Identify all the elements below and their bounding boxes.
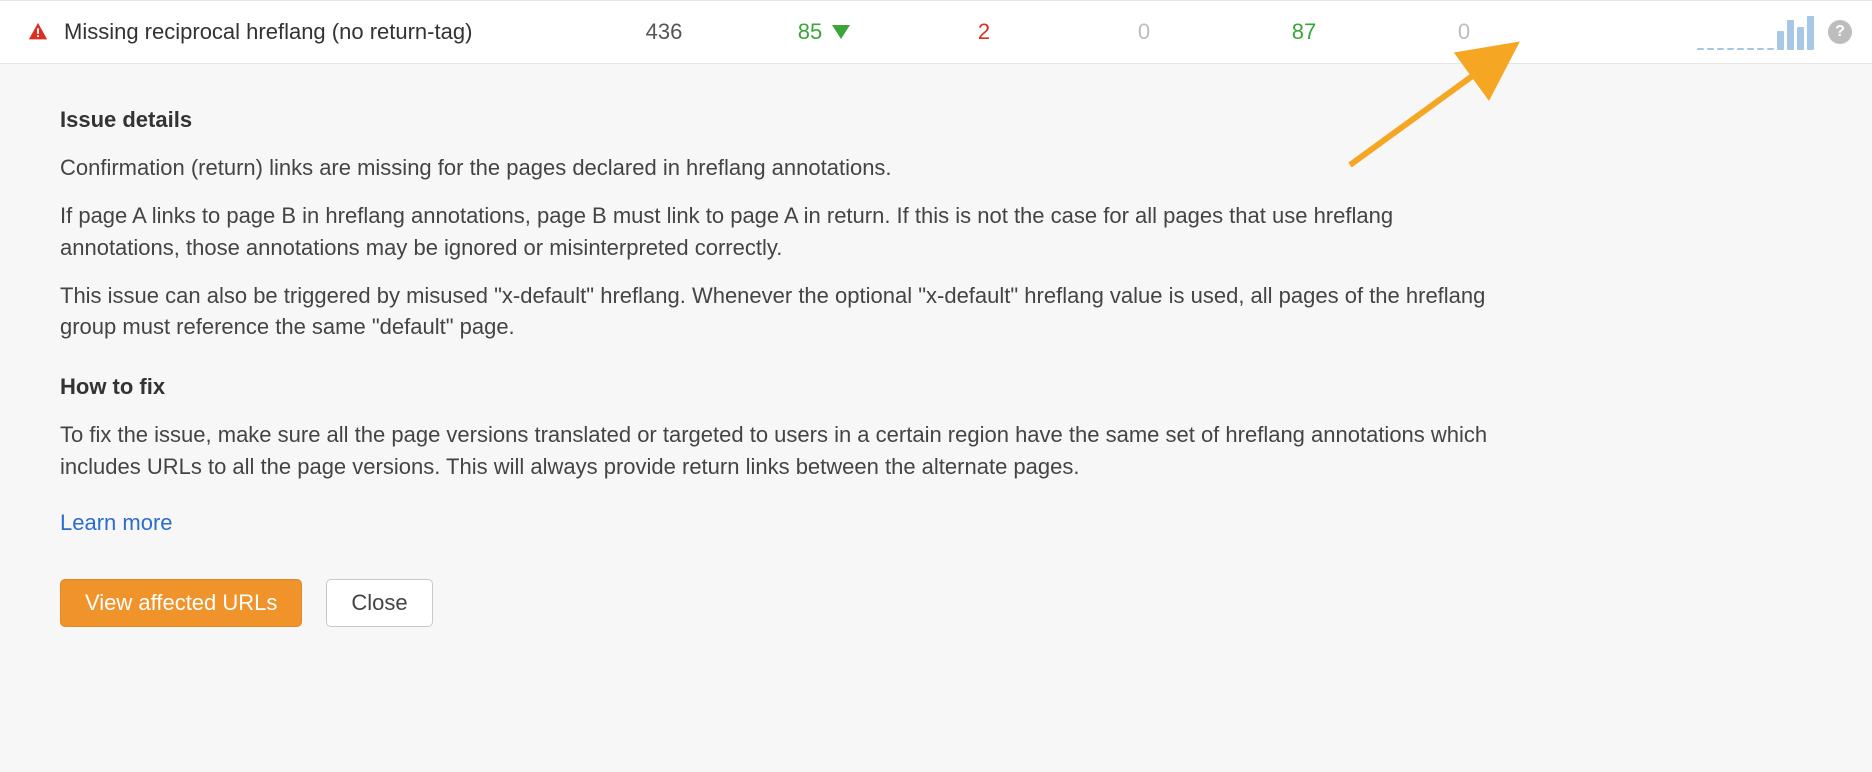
issue-row[interactable]: Missing reciprocal hreflang (no return-t… bbox=[0, 0, 1872, 64]
col-new: 2 bbox=[904, 19, 1064, 45]
view-affected-urls-button[interactable]: View affected URLs bbox=[60, 579, 302, 627]
caret-down-icon bbox=[832, 25, 850, 39]
details-paragraph: This issue can also be triggered by misu… bbox=[60, 280, 1500, 344]
issue-name: Missing reciprocal hreflang (no return-t… bbox=[64, 19, 584, 45]
issue-details-panel: Issue details Confirmation (return) link… bbox=[0, 64, 1560, 677]
col-added-value: 85 bbox=[798, 19, 822, 45]
col-zero2: 0 bbox=[1384, 19, 1544, 45]
sparkline-chart[interactable] bbox=[1697, 14, 1814, 50]
issue-details-heading: Issue details bbox=[60, 104, 1500, 136]
col-zero1: 0 bbox=[1064, 19, 1224, 45]
help-icon[interactable]: ? bbox=[1828, 20, 1852, 44]
how-to-fix-heading: How to fix bbox=[60, 371, 1500, 403]
details-paragraph: If page A links to page B in hreflang an… bbox=[60, 200, 1500, 264]
close-button[interactable]: Close bbox=[326, 579, 432, 627]
col-green2: 87 bbox=[1224, 19, 1384, 45]
details-paragraph: Confirmation (return) links are missing … bbox=[60, 152, 1500, 184]
warning-icon bbox=[24, 21, 52, 43]
actions-row: View affected URLs Close bbox=[60, 579, 1500, 627]
col-total: 436 bbox=[584, 19, 744, 45]
col-added: 85 bbox=[744, 19, 904, 45]
fix-paragraph: To fix the issue, make sure all the page… bbox=[60, 419, 1500, 483]
learn-more-link[interactable]: Learn more bbox=[60, 507, 173, 539]
